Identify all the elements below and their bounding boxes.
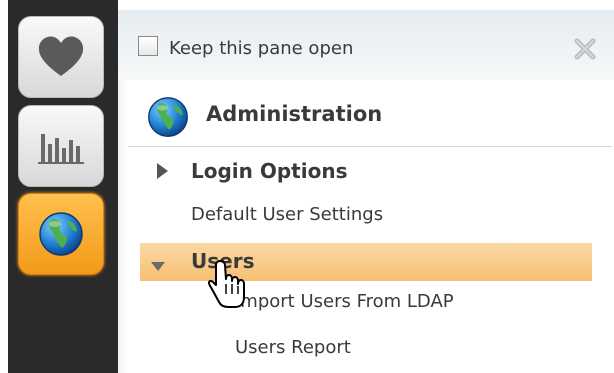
nav-item-login-options[interactable]: Login Options bbox=[191, 159, 347, 183]
bar-chart-icon bbox=[38, 134, 84, 164]
section-title: Administration bbox=[206, 102, 383, 126]
keep-pane-open-label[interactable]: Keep this pane open bbox=[169, 38, 353, 60]
globe-icon bbox=[39, 212, 83, 256]
reports-button[interactable] bbox=[18, 105, 104, 187]
divider bbox=[128, 146, 612, 147]
keep-pane-open-checkbox[interactable] bbox=[138, 36, 158, 56]
admin-pane: Keep this pane open Administration Login… bbox=[118, 10, 614, 373]
collapse-arrow-icon[interactable] bbox=[151, 262, 165, 271]
pane-edge bbox=[118, 80, 128, 373]
expand-arrow-icon[interactable] bbox=[157, 163, 168, 179]
hand-pointer-cursor-icon bbox=[208, 260, 245, 308]
left-rail bbox=[8, 0, 118, 373]
nav-item-default-user-settings[interactable]: Default User Settings bbox=[191, 204, 383, 226]
favorites-button[interactable] bbox=[18, 16, 104, 98]
close-icon[interactable] bbox=[572, 36, 598, 62]
nav-subitem-import-users-from-ldap[interactable]: Import Users From LDAP bbox=[235, 291, 454, 313]
nav-subitem-users-report[interactable]: Users Report bbox=[235, 337, 351, 359]
heart-icon bbox=[38, 36, 84, 76]
administration-button[interactable] bbox=[18, 193, 104, 275]
globe-icon bbox=[148, 97, 188, 137]
